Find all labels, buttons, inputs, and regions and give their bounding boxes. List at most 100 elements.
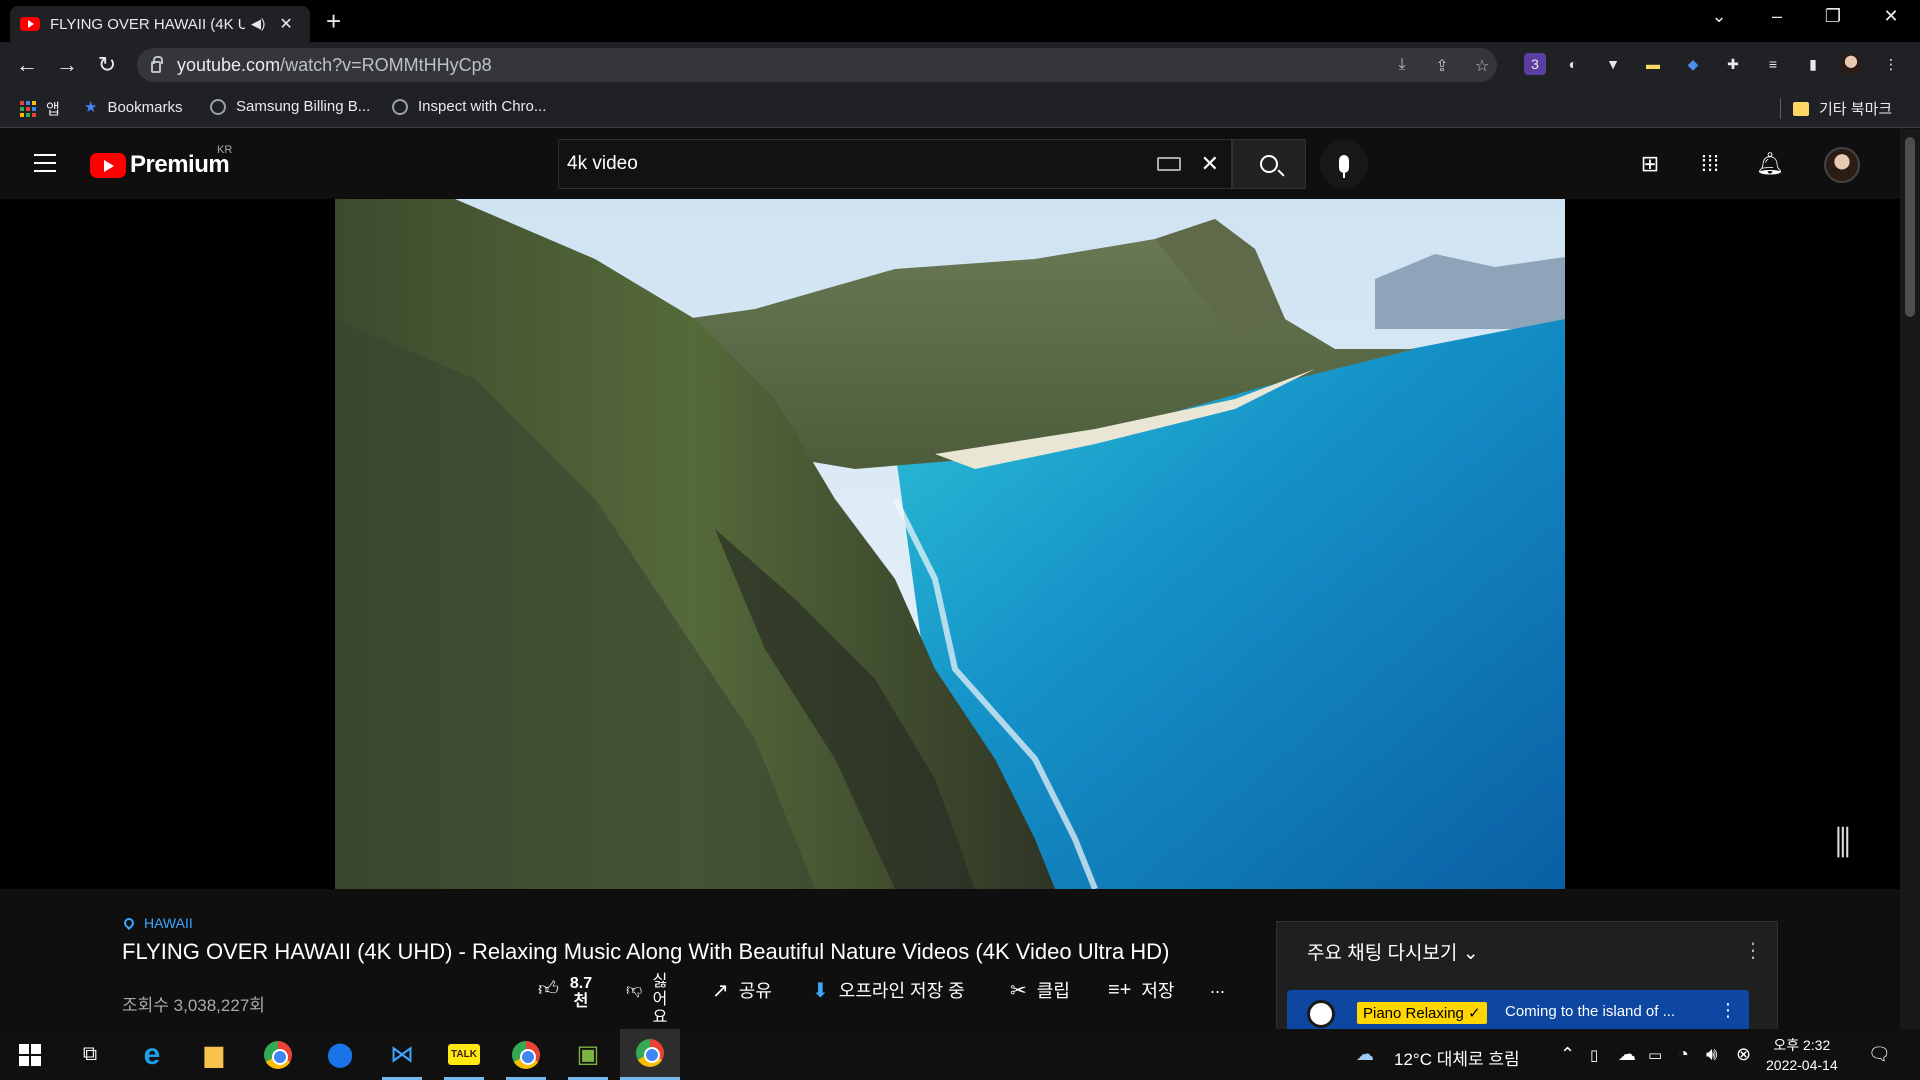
save-button[interactable]: ≡+ 저장	[1108, 977, 1174, 1003]
share-page-icon[interactable]: ⇪	[1431, 56, 1453, 76]
lock-icon[interactable]	[151, 56, 163, 73]
kakaotalk-icon[interactable]: TALK	[434, 1029, 494, 1080]
download-progress-icon: ⬇	[812, 979, 829, 1002]
chrome-profile-icon[interactable]	[496, 1029, 556, 1080]
battery-icon[interactable]: ▭	[1648, 1046, 1662, 1064]
clip-button[interactable]: ✂ 클립	[1010, 977, 1070, 1003]
url-text: youtube.com/watch?v=ROMMtHHyCp8	[177, 55, 492, 76]
task-view-icon[interactable]: ⧉	[60, 1029, 120, 1080]
install-app-icon[interactable]: ⤓	[1391, 56, 1413, 76]
bookmark-star-icon[interactable]: ☆	[1471, 56, 1493, 76]
address-bar[interactable]: youtube.com/watch?v=ROMMtHHyCp8 ⤓ ⇪ ☆	[137, 48, 1497, 82]
extension-v-icon[interactable]: ▼	[1602, 53, 1624, 75]
download-label: 오프라인 저장 중	[838, 981, 965, 1001]
bookmark-inspect-chrome[interactable]: Inspect with Chro...	[392, 98, 546, 115]
chat-message-text: Coming to the island of ...	[1505, 1003, 1676, 1020]
image-viewer-icon[interactable]: ▣	[558, 1029, 618, 1080]
chevron-down-icon: ⌄	[1462, 943, 1479, 964]
search-input[interactable]: 4k video ✕	[558, 139, 1232, 189]
search-button[interactable]	[1232, 139, 1306, 189]
tray-chevron-up-icon[interactable]: ⌃	[1560, 1044, 1575, 1065]
restore-button[interactable]: ❐	[1818, 6, 1848, 27]
file-explorer-icon[interactable]: ▆	[184, 1029, 244, 1080]
chat-mode-dropdown[interactable]: 주요 채팅 다시보기 ⌄	[1307, 938, 1479, 965]
volume-icon[interactable]: 🔊︎	[1706, 1044, 1717, 1065]
other-bookmarks[interactable]: 기타 북마크	[1780, 98, 1892, 119]
account-avatar[interactable]	[1824, 147, 1860, 183]
media-control-icon[interactable]: ≡	[1762, 53, 1784, 75]
download-button[interactable]: ⬇ 오프라인 저장 중	[812, 977, 965, 1003]
clip-label: 클립	[1036, 981, 1070, 1001]
location-pin-icon	[121, 915, 137, 931]
side-panel-icon[interactable]: ▮	[1802, 53, 1824, 75]
tab-close-icon[interactable]: ✕	[279, 14, 292, 34]
extension-card-icon[interactable]: ▬	[1642, 53, 1664, 75]
search-query-text[interactable]: 4k video	[567, 153, 1157, 175]
like-button[interactable]: 👍︎	[538, 977, 569, 1001]
notifications-bell-icon[interactable]: 🔔︎	[1756, 151, 1784, 177]
chrome-active-window-icon[interactable]	[620, 1029, 680, 1080]
bookmark-samsung-billing[interactable]: Samsung Billing B...	[210, 98, 370, 115]
url-path: /watch?v=ROMMtHHyCp8	[280, 54, 492, 75]
video-title: FLYING OVER HAWAII (4K UHD) - Relaxing M…	[122, 939, 1170, 964]
wifi-icon[interactable]: ◔	[1678, 1044, 1689, 1065]
extension-shield-icon[interactable]: ◐	[1562, 53, 1584, 75]
chat-more-options-icon[interactable]: ⋮	[1743, 938, 1763, 963]
clear-search-icon[interactable]: ✕	[1201, 151, 1219, 177]
bookmark-bookmarks[interactable]: ★ Bookmarks	[84, 98, 183, 117]
extension-blue-icon[interactable]: ◆	[1682, 53, 1704, 75]
maps-pin-icon[interactable]: ⬤	[310, 1029, 370, 1080]
youtube-favicon-icon	[20, 17, 40, 31]
bookmark-label: Bookmarks	[107, 98, 183, 116]
extensions-puzzle-icon[interactable]: ✚	[1722, 53, 1744, 75]
apps-grid-icon[interactable]: ⁞⁞⁞	[1696, 151, 1724, 177]
tray-app-icon[interactable]: ▯	[1590, 1046, 1598, 1064]
thumbs-down-icon: 👎︎	[626, 982, 643, 999]
chrome-menu-icon[interactable]: ⋮	[1880, 53, 1902, 75]
star-icon: ★	[84, 99, 98, 116]
location-tag[interactable]: HAWAII	[121, 915, 193, 931]
onedrive-cloud-icon[interactable]: ☁	[1618, 1044, 1636, 1065]
scrollbar-thumb[interactable]	[1905, 137, 1915, 317]
chrome-icon	[264, 1040, 292, 1069]
vscode-icon[interactable]: ⋈	[372, 1029, 432, 1080]
action-center-icon[interactable]: 🗨︎	[1868, 1044, 1891, 1065]
chat-title-label: 주요 채팅 다시보기	[1307, 943, 1458, 964]
weather-text[interactable]: 12°C 대체로 흐림	[1394, 1045, 1520, 1070]
minimize-button[interactable]: –	[1762, 6, 1792, 27]
chrome-taskbar-icon[interactable]	[248, 1029, 308, 1080]
profile-avatar-icon[interactable]	[1840, 53, 1862, 75]
tab-title: FLYING OVER HAWAII (4K U	[50, 15, 245, 33]
reload-button[interactable]: ↻	[92, 50, 122, 80]
browser-tab-active[interactable]: FLYING OVER HAWAII (4K U ◀) ✕	[10, 6, 310, 42]
system-clock[interactable]: 오후 2:32 2022-04-14	[1766, 1035, 1838, 1075]
keyboard-icon[interactable]	[1156, 157, 1181, 171]
more-actions-button[interactable]: ...	[1210, 977, 1225, 998]
playlist-add-icon: ≡+	[1108, 978, 1132, 1001]
video-player[interactable]	[335, 199, 1565, 889]
new-tab-button[interactable]: +	[326, 6, 341, 37]
notification-off-icon[interactable]: ⊗	[1736, 1044, 1751, 1065]
windows-taskbar: ⧉ e ▆ ⬤ ⋈ TALK ▣ ☁ 12°C 대체로 흐림 ⌃ ▯ ☁ ▭ ◔…	[0, 1029, 1920, 1080]
youtube-header: Premium KR 4k video ✕ ⊞ ⁞⁞⁞ 🔔︎	[0, 129, 1900, 199]
chat-item-menu-icon[interactable]: ⋮	[1719, 1000, 1737, 1021]
windows-logo-icon	[19, 1043, 41, 1066]
start-button[interactable]	[0, 1029, 60, 1080]
close-window-button[interactable]: ✕	[1876, 6, 1906, 27]
dislike-button[interactable]: 👎︎	[626, 981, 652, 1000]
bookmark-label: Inspect with Chro...	[418, 98, 547, 115]
weather-cloud-icon[interactable]: ☁	[1356, 1044, 1374, 1065]
extension-badge-icon[interactable]: 3	[1524, 53, 1546, 75]
voice-search-button[interactable]	[1320, 140, 1368, 188]
hamburger-menu-icon[interactable]	[34, 154, 56, 172]
internet-explorer-icon[interactable]: e	[122, 1029, 182, 1080]
forward-button[interactable]: →	[52, 50, 82, 80]
share-button[interactable]: ↗ 공유	[712, 977, 772, 1003]
youtube-premium-logo[interactable]: Premium KR	[90, 144, 232, 179]
page-scrollbar[interactable]	[1900, 129, 1920, 1029]
speaker-icon[interactable]: ◀)	[251, 16, 265, 32]
bookmark-apps[interactable]: 앱	[20, 98, 60, 119]
create-video-icon[interactable]: ⊞	[1636, 151, 1664, 177]
back-button[interactable]: ←	[12, 50, 42, 80]
tab-search-chevron-icon[interactable]: ⌄	[1704, 6, 1734, 27]
